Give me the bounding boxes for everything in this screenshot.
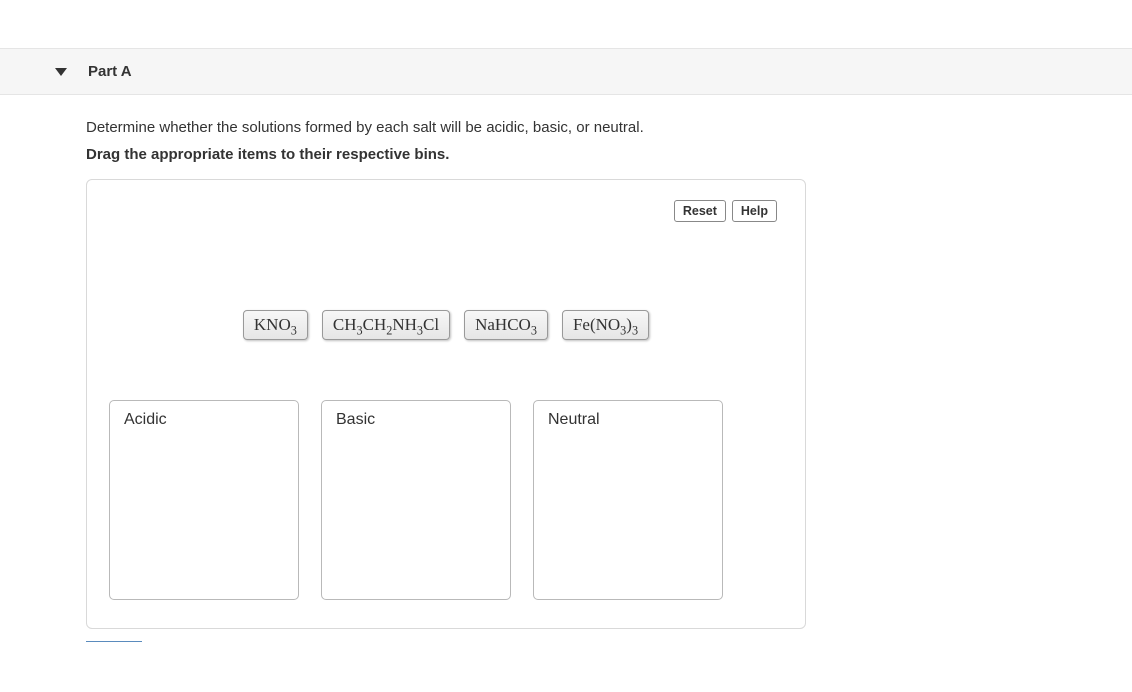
instruction-text: Drag the appropriate items to their resp… bbox=[86, 146, 1102, 163]
content-area: Determine whether the solutions formed b… bbox=[0, 95, 1132, 653]
draggable-item[interactable]: Fe(NO3)3 bbox=[562, 310, 649, 340]
drag-workspace: Reset Help KNO3 CH3CH2NH3Cl NaHCO3 Fe(NO… bbox=[86, 179, 806, 629]
bottom-edge-fragment bbox=[86, 641, 142, 653]
part-title: Part A bbox=[88, 63, 132, 80]
reset-button[interactable]: Reset bbox=[674, 200, 726, 222]
draggable-item[interactable]: NaHCO3 bbox=[464, 310, 548, 340]
bin-label: Acidic bbox=[124, 411, 284, 429]
help-button[interactable]: Help bbox=[732, 200, 777, 222]
collapse-triangle-icon bbox=[55, 68, 67, 76]
draggable-item[interactable]: CH3CH2NH3Cl bbox=[322, 310, 450, 340]
draggable-item[interactable]: KNO3 bbox=[243, 310, 308, 340]
bin-acidic[interactable]: Acidic bbox=[109, 400, 299, 600]
bin-label: Basic bbox=[336, 411, 496, 429]
bins-row: Acidic Basic Neutral bbox=[107, 400, 785, 600]
draggable-items-row: KNO3 CH3CH2NH3Cl NaHCO3 Fe(NO3)3 bbox=[107, 310, 785, 340]
bin-label: Neutral bbox=[548, 411, 708, 429]
bin-basic[interactable]: Basic bbox=[321, 400, 511, 600]
part-header[interactable]: Part A bbox=[0, 48, 1132, 95]
workspace-controls: Reset Help bbox=[674, 200, 777, 222]
question-text: Determine whether the solutions formed b… bbox=[86, 119, 1102, 136]
bin-neutral[interactable]: Neutral bbox=[533, 400, 723, 600]
